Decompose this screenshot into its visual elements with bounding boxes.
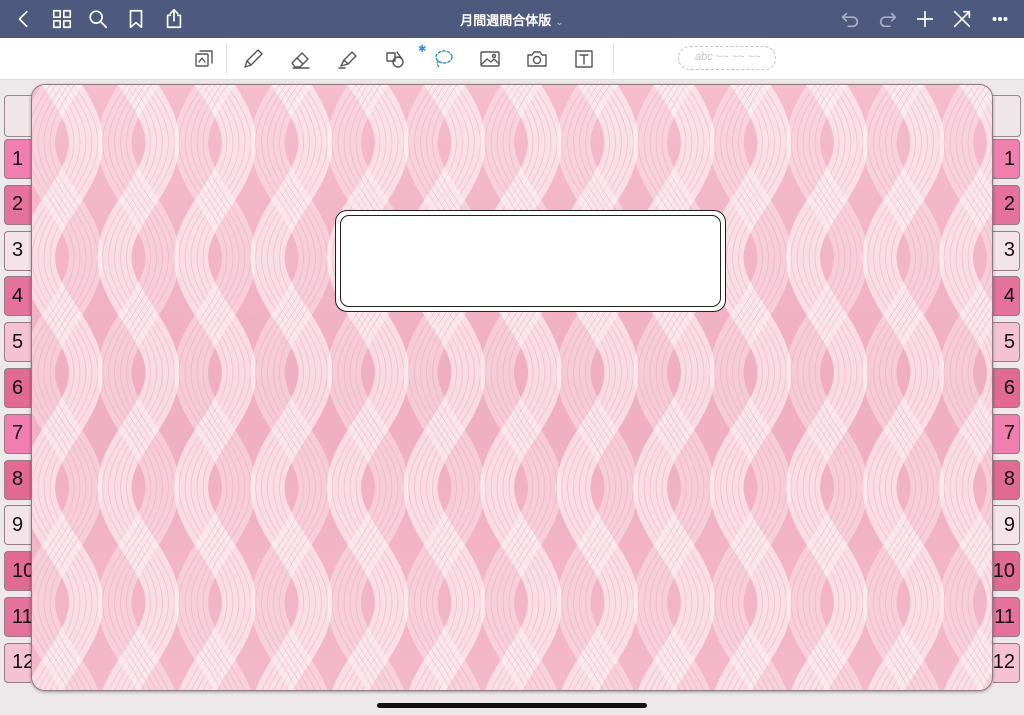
right-month-tab-2[interactable]: 2 [993,184,1020,225]
left-month-tab-6[interactable]: 6 [4,368,31,408]
eraser-tool-icon[interactable] [288,46,314,72]
document-title-text[interactable]: 月間週間合体版 [460,13,551,28]
left-top-tab[interactable] [4,95,34,137]
right-month-tab-12[interactable]: 12 [993,642,1020,683]
handwriting-conversion-box[interactable]: abc ~~ ~~ ~~ [678,46,776,70]
toolbar-divider [613,44,614,74]
cover-label-box[interactable] [335,210,726,312]
cover-label-inner[interactable] [340,215,721,307]
left-month-tab-5[interactable]: 5 [4,322,31,363]
right-top-tab[interactable] [991,95,1021,137]
right-month-tab-5[interactable]: 5 [993,322,1020,363]
left-month-tab-12[interactable]: 12 [4,642,34,683]
redo-icon[interactable] [876,7,900,31]
document-title[interactable]: 月間週間合体版 ⌄ [0,10,1024,29]
right-month-tab-7[interactable]: 7 [993,413,1020,454]
right-month-tab-9[interactable]: 9 [993,505,1020,546]
left-month-tab-8[interactable]: 8 [4,459,31,500]
edit-mode-icon[interactable] [950,7,974,31]
left-month-tab-9[interactable]: 9 [4,505,31,546]
highlighter-tool-icon[interactable] [335,46,361,72]
cover-page[interactable] [31,84,993,691]
lasso-tool-icon[interactable] [430,46,456,72]
left-month-tab-4[interactable]: 4 [4,276,31,317]
right-month-tab-8[interactable]: 8 [993,459,1020,500]
left-month-tab-7[interactable]: 7 [4,413,31,454]
more-options-icon[interactable] [988,7,1012,31]
share-icon[interactable] [162,7,186,31]
toolbar-divider [226,44,227,74]
right-month-tab-1[interactable]: 1 [993,139,1020,179]
pen-tool-icon[interactable] [240,46,266,72]
camera-tool-icon[interactable] [524,46,550,72]
bookmark-icon[interactable] [124,7,148,31]
right-month-tab-3[interactable]: 3 [993,230,1020,271]
ribbon-pattern-background [32,85,992,690]
right-month-tab-10[interactable]: 10 [993,551,1020,592]
shapes-tool-icon[interactable] [382,46,408,72]
back-icon[interactable] [12,7,36,31]
left-month-tab-1[interactable]: 1 [4,139,31,179]
right-month-tab-6[interactable]: 6 [993,368,1020,408]
right-month-tab-4[interactable]: 4 [993,276,1020,317]
left-month-tab-11[interactable]: 11 [4,597,33,637]
left-month-tab-10[interactable]: 10 [4,551,34,592]
home-indicator[interactable] [377,703,647,708]
search-icon[interactable] [86,7,110,31]
image-tool-icon[interactable] [477,46,503,72]
right-month-tab-11[interactable]: 11 [993,597,1020,637]
thumbnails-grid-icon[interactable] [50,7,74,31]
left-month-tab-2[interactable]: 2 [4,184,31,225]
top-nav-bar: 月間週間合体版 ⌄ [0,0,1024,38]
tool-bar [0,38,1024,80]
undo-icon[interactable] [838,7,862,31]
bluetooth-icon: ✱ [418,44,427,55]
text-tool-icon[interactable] [571,46,597,72]
read-only-mode-icon[interactable] [191,46,217,72]
left-month-tab-3[interactable]: 3 [4,230,31,271]
add-page-icon[interactable] [913,7,937,31]
chevron-down-icon[interactable]: ⌄ [555,17,563,28]
